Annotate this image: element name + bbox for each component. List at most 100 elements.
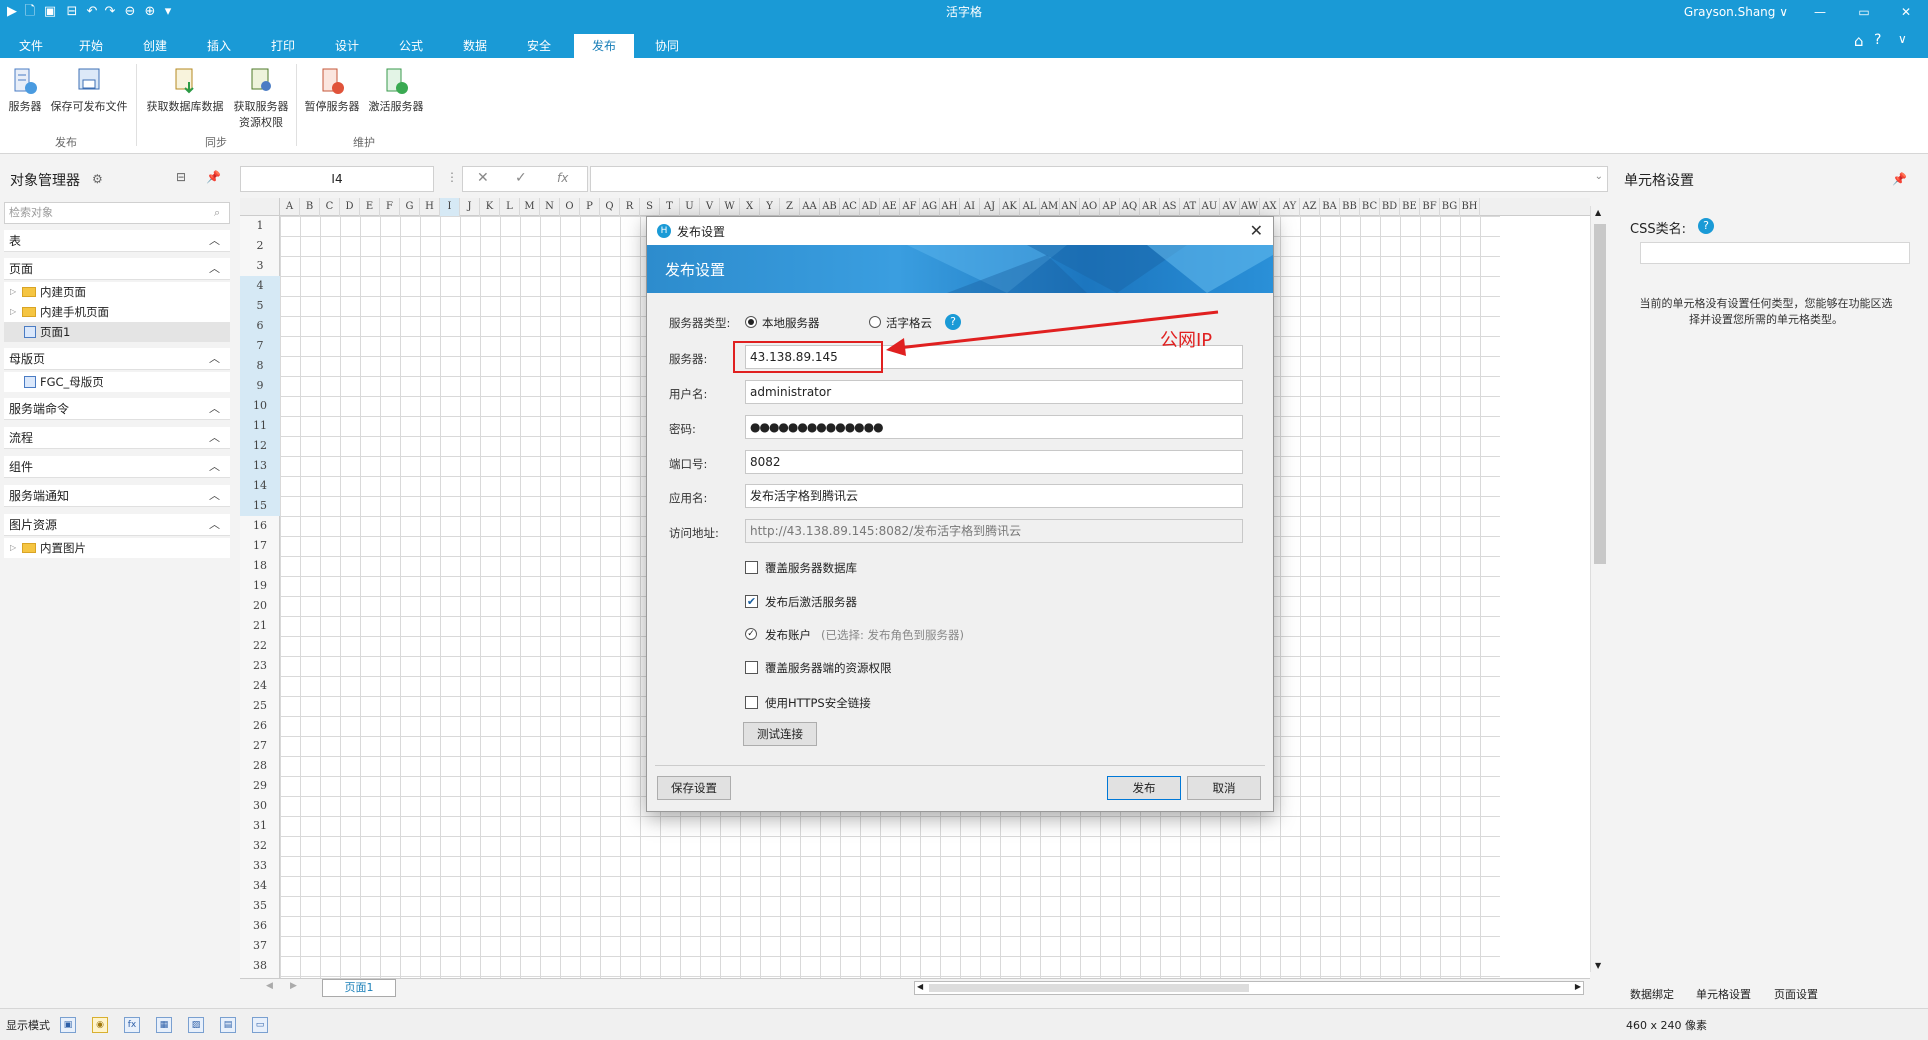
column-header-cell[interactable]: AU (1200, 198, 1220, 216)
row-header-cell[interactable]: 35 (240, 896, 280, 916)
column-header-cell[interactable]: AZ (1300, 198, 1320, 216)
help-icon[interactable]: ? (1698, 218, 1714, 234)
row-header-cell[interactable]: 28 (240, 756, 280, 776)
column-header-cell[interactable]: BB (1340, 198, 1360, 216)
column-header-cell[interactable]: AY (1280, 198, 1300, 216)
pin-icon[interactable]: 📌 (206, 170, 221, 184)
tree-item-page1[interactable]: 页面1 (4, 322, 230, 342)
cancel-icon[interactable]: ✕ (477, 170, 489, 186)
row-header-cell[interactable]: 11 (240, 416, 280, 436)
section-pages[interactable]: 页面 ︿ (4, 258, 230, 280)
expand-formula-icon[interactable]: ⌄ (1595, 171, 1603, 182)
publish-button[interactable]: 发布 (1107, 776, 1181, 800)
tree-item-fgc-master[interactable]: FGC_母版页 (4, 372, 230, 392)
column-header-cell[interactable]: V (700, 198, 720, 216)
confirm-icon[interactable]: ✓ (515, 170, 527, 186)
column-header-cell[interactable]: AX (1260, 198, 1280, 216)
chevron-up-icon[interactable]: ︿ (209, 348, 220, 370)
row-header-cell[interactable]: 37 (240, 936, 280, 956)
column-header-cell[interactable]: AN (1060, 198, 1080, 216)
tab-publish[interactable]: 发布 (574, 34, 634, 58)
cancel-button[interactable]: 取消 (1187, 776, 1261, 800)
tab-design[interactable]: 设计 (318, 34, 376, 58)
expand-arrow-icon[interactable]: ▷ (10, 538, 16, 558)
row-header-cell[interactable]: 5 (240, 296, 280, 316)
row-header-cell[interactable]: 34 (240, 876, 280, 896)
column-header-cell[interactable]: AS (1160, 198, 1180, 216)
column-header-cell[interactable]: AH (940, 198, 960, 216)
column-header-cell[interactable]: X (740, 198, 760, 216)
chevron-up-icon[interactable]: ︿ (209, 485, 220, 507)
row-header-cell[interactable]: 21 (240, 616, 280, 636)
tab-create[interactable]: 创建 (126, 34, 184, 58)
chevron-up-icon[interactable]: ︿ (209, 230, 220, 252)
section-server-command[interactable]: 服务端命令 ︿ (4, 398, 230, 420)
tab-cell-settings[interactable]: 单元格设置 (1696, 986, 1751, 1002)
horizontal-scroll-thumb[interactable] (929, 984, 1249, 992)
tab-formula[interactable]: 公式 (382, 34, 440, 58)
row-header-cell[interactable]: 7 (240, 336, 280, 356)
row-header-cell[interactable]: 10 (240, 396, 280, 416)
row-header-cell[interactable]: 29 (240, 776, 280, 796)
cell-name-box[interactable]: I4 (240, 166, 434, 192)
activate-server-button[interactable]: 激活服务器 (364, 66, 428, 114)
object-search-input[interactable]: 检索对象 (4, 202, 230, 224)
row-header-cell[interactable]: 27 (240, 736, 280, 756)
chevron-up-icon[interactable]: ︿ (209, 258, 220, 280)
home-icon[interactable]: ⌂ (1854, 32, 1864, 50)
image-icon[interactable]: ▨ (188, 1017, 204, 1033)
column-header-cell[interactable]: J (460, 198, 480, 216)
layout-icon[interactable]: ▤ (220, 1017, 236, 1033)
row-header-cell[interactable]: 18 (240, 556, 280, 576)
section-flow[interactable]: 流程 ︿ (4, 427, 230, 449)
get-server-perm-button[interactable]: 获取服务器资源权限 (230, 66, 292, 130)
window-icon[interactable]: ▭ (252, 1017, 268, 1033)
vertical-scrollbar[interactable]: ▲ ▼ (1590, 206, 1608, 972)
column-header-cell[interactable]: BG (1440, 198, 1460, 216)
activate-after-checkbox[interactable]: ✔ (745, 595, 758, 608)
server-button[interactable]: 服务器 (4, 66, 46, 114)
column-header-cell[interactable]: BF (1420, 198, 1440, 216)
css-class-input[interactable] (1640, 242, 1910, 264)
column-header-cell[interactable]: K (480, 198, 500, 216)
column-header-cell[interactable]: AC (840, 198, 860, 216)
column-header-cell[interactable]: Q (600, 198, 620, 216)
tree-item-builtin-pages[interactable]: ▷ 内建页面 (4, 282, 230, 302)
column-header-cell[interactable]: C (320, 198, 340, 216)
collapse-ribbon-icon[interactable]: ∨ (1898, 32, 1907, 46)
column-header-cell[interactable]: H (420, 198, 440, 216)
chevron-up-icon[interactable]: ︿ (209, 398, 220, 420)
scroll-up-icon[interactable]: ▲ (1595, 208, 1601, 217)
column-header-cell[interactable]: AV (1220, 198, 1240, 216)
row-header-cell[interactable]: 23 (240, 656, 280, 676)
column-header-cell[interactable]: A (280, 198, 300, 216)
column-header-cell[interactable]: AP (1100, 198, 1120, 216)
column-header-cell[interactable]: U (680, 198, 700, 216)
username-input[interactable]: administrator (745, 380, 1243, 404)
column-header-cell[interactable]: AK (1000, 198, 1020, 216)
row-header-cell[interactable]: 33 (240, 856, 280, 876)
tab-security[interactable]: 安全 (510, 34, 568, 58)
row-header-cell[interactable]: 8 (240, 356, 280, 376)
scroll-left-icon[interactable]: ◀ (917, 982, 923, 991)
chevron-up-icon[interactable]: ︿ (209, 456, 220, 478)
column-header-cell[interactable]: BH (1460, 198, 1480, 216)
column-header-cell[interactable]: AM (1040, 198, 1060, 216)
close-icon[interactable]: ✕ (1250, 221, 1263, 240)
test-connection-button[interactable]: 测试连接 (743, 722, 817, 746)
column-header-cell[interactable]: B (300, 198, 320, 216)
horizontal-scrollbar[interactable]: ◀ ▶ (914, 981, 1584, 995)
bulb-icon[interactable]: ◉ (92, 1017, 108, 1033)
password-input[interactable]: ●●●●●●●●●●●●●● (745, 415, 1243, 439)
vertical-scroll-thumb[interactable] (1594, 224, 1606, 564)
column-header-cell[interactable]: AG (920, 198, 940, 216)
gear-icon[interactable]: ⚙ (92, 172, 103, 186)
row-header-cell[interactable]: 22 (240, 636, 280, 656)
column-header-cell[interactable]: Y (760, 198, 780, 216)
minimize-button[interactable]: — (1800, 0, 1840, 24)
column-header-cell[interactable]: T (660, 198, 680, 216)
column-header-cell[interactable]: AB (820, 198, 840, 216)
row-header-cell[interactable]: 38 (240, 956, 280, 976)
column-header-cell[interactable]: G (400, 198, 420, 216)
row-header-cell[interactable]: 30 (240, 796, 280, 816)
